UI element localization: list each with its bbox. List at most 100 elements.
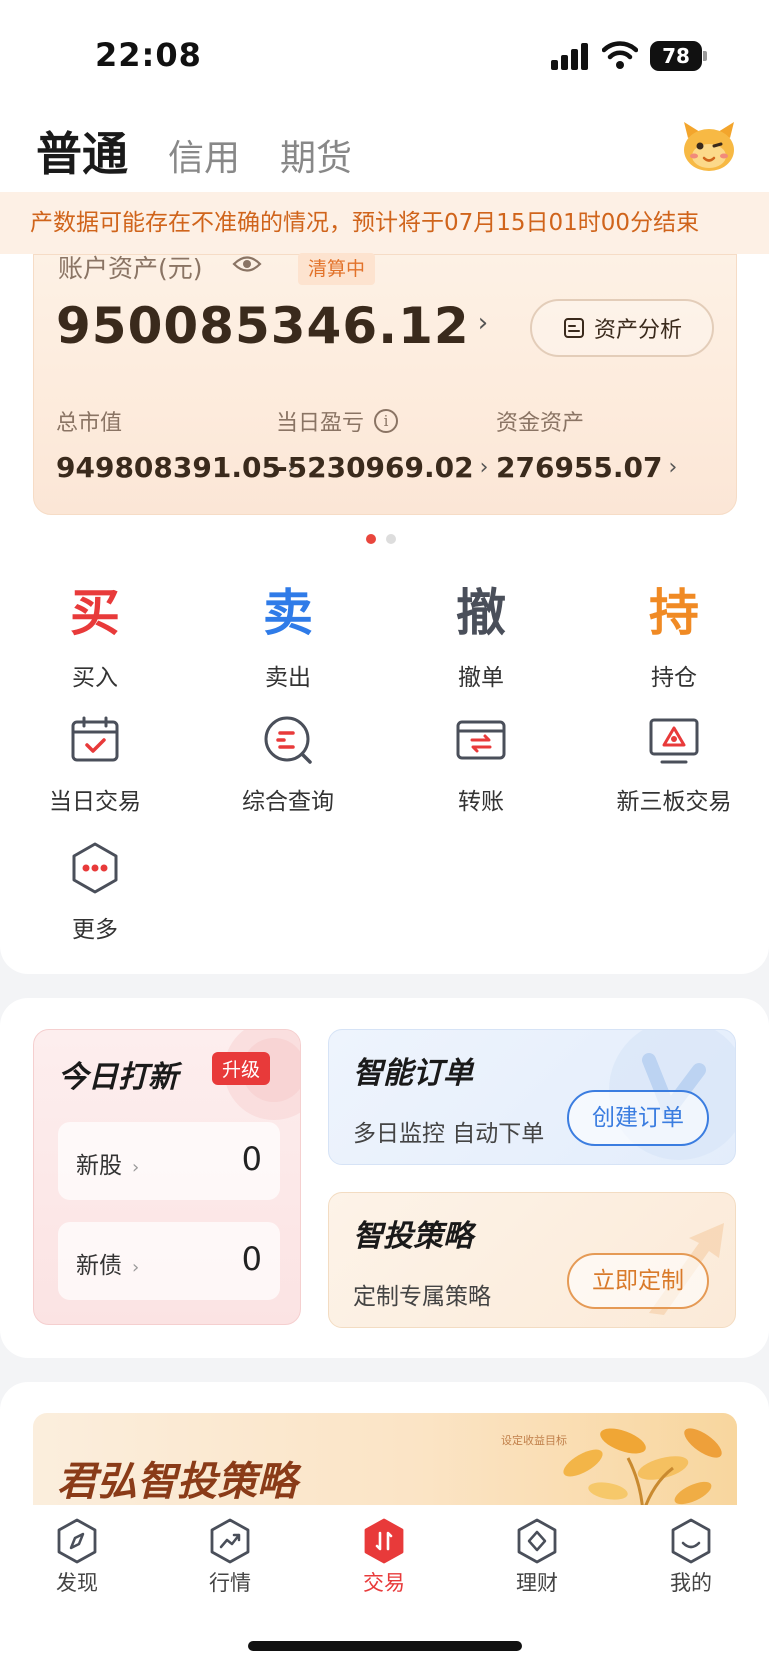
daily-trade-button[interactable]: 当日交易 xyxy=(25,712,165,816)
tab-futures[interactable]: 期货 xyxy=(280,129,352,181)
customize-button[interactable]: 立即定制 xyxy=(567,1253,709,1309)
new-stock-count: 0 xyxy=(241,1140,262,1178)
chevron-right-icon: › xyxy=(132,1157,140,1178)
daily-pnl-value: -5230969.02 xyxy=(276,451,474,484)
new-bond-row[interactable]: 新债 › 0 xyxy=(58,1222,280,1300)
strategy-title: 智投策略 xyxy=(353,1219,473,1254)
tab-credit[interactable]: 信用 xyxy=(168,129,240,181)
pager-dot-active xyxy=(366,534,376,544)
chevron-right-icon: › xyxy=(668,455,678,480)
new-stock-label: 新股 xyxy=(76,1153,122,1179)
mascot-avatar-icon[interactable] xyxy=(680,118,738,174)
cash-block[interactable]: 资金资产 276955.07 › xyxy=(496,405,677,484)
nav-market-label: 行情 xyxy=(209,1571,251,1595)
chevron-right-icon: › xyxy=(479,455,489,480)
ipo-title: 今日打新 xyxy=(58,1060,178,1095)
buy-button[interactable]: 买 买入 xyxy=(25,578,165,692)
trade-icon xyxy=(364,1518,404,1564)
calendar-check-icon xyxy=(71,716,119,762)
cash-value: 276955.07 xyxy=(496,451,663,484)
battery-tip xyxy=(703,51,707,61)
trend-icon xyxy=(210,1518,250,1564)
market-value-label: 总市值 xyxy=(56,411,123,436)
query-label: 综合查询 xyxy=(242,789,334,815)
sell-glyph: 卖 xyxy=(263,584,313,642)
tab-normal[interactable]: 普通 xyxy=(36,118,128,184)
daily-pnl-block[interactable]: 当日盈亏 i -5230969.02 › xyxy=(276,405,488,484)
battery-indicator: 78 xyxy=(650,41,702,71)
daily-trade-label: 当日交易 xyxy=(49,789,141,815)
asset-card[interactable]: 账户资产(元) 清算中 950085346.12 › 资产分析 总市值 94980… xyxy=(33,253,737,515)
monitor-chart-icon xyxy=(649,718,699,764)
nav-wealth[interactable]: 理财 xyxy=(482,1517,592,1597)
nav-wealth-label: 理财 xyxy=(516,1571,558,1595)
neeq-trade-label: 新三板交易 xyxy=(616,789,732,815)
smart-order-subtitle: 多日监控 自动下单 xyxy=(353,1121,545,1147)
asset-analysis-label: 资产分析 xyxy=(593,318,682,343)
search-query-icon xyxy=(264,716,312,764)
strategy-subtitle: 定制专属策略 xyxy=(353,1284,491,1310)
golden-tree-icon xyxy=(563,1428,722,1513)
more-hexagon-icon xyxy=(72,842,118,894)
pager-dot xyxy=(386,534,396,544)
asset-label: 账户资产(元) xyxy=(58,254,203,283)
market-value: 949808391.05 xyxy=(56,451,281,484)
analysis-icon xyxy=(563,318,584,338)
nav-profile[interactable]: 我的 xyxy=(636,1517,746,1597)
strategy-banner[interactable]: 君弘智投策略 设定收益目标 xyxy=(33,1413,737,1513)
home-indicator[interactable] xyxy=(248,1641,522,1651)
hold-glyph: 持 xyxy=(649,584,699,642)
wifi-icon xyxy=(602,41,638,69)
nav-trade-label: 交易 xyxy=(363,1571,405,1595)
nav-market[interactable]: 行情 xyxy=(175,1517,285,1597)
query-button[interactable]: 综合查询 xyxy=(218,712,358,816)
compass-icon xyxy=(57,1518,97,1564)
pager-dots xyxy=(366,534,396,544)
chevron-right-icon: › xyxy=(132,1257,140,1278)
settlement-badge: 清算中 xyxy=(298,253,376,285)
new-bond-label: 新债 xyxy=(76,1253,122,1279)
chevron-right-icon: › xyxy=(477,308,490,338)
info-icon[interactable]: i xyxy=(374,409,399,433)
total-assets[interactable]: 950085346.12 › xyxy=(56,297,489,355)
upgrade-badge[interactable]: 升级 xyxy=(212,1052,271,1085)
profile-icon xyxy=(671,1518,711,1564)
nav-profile-label: 我的 xyxy=(670,1571,712,1595)
banner-title: 君弘智投策略 xyxy=(57,1459,297,1505)
smart-order-card[interactable]: 智能订单 多日监控 自动下单 创建订单 xyxy=(328,1029,736,1165)
buy-glyph: 买 xyxy=(70,584,120,642)
cancel-glyph: 撤 xyxy=(456,584,506,642)
market-value-block[interactable]: 总市值 949808391.05 › xyxy=(56,405,296,484)
status-time: 22:08 xyxy=(95,36,202,74)
sell-label: 卖出 xyxy=(265,665,311,691)
cancel-label: 撤单 xyxy=(458,665,504,691)
cancel-order-button[interactable]: 撤 撤单 xyxy=(411,578,551,692)
asset-analysis-button[interactable]: 资产分析 xyxy=(530,299,714,357)
hold-label: 持仓 xyxy=(651,665,697,691)
transfer-icon xyxy=(456,720,506,760)
wealth-icon xyxy=(517,1518,557,1564)
cash-label: 资金资产 xyxy=(496,411,585,436)
nav-trade[interactable]: 交易 xyxy=(329,1517,439,1597)
neeq-trade-button[interactable]: 新三板交易 xyxy=(604,712,744,816)
more-label: 更多 xyxy=(72,917,118,943)
create-order-button[interactable]: 创建订单 xyxy=(567,1090,709,1146)
more-button[interactable]: 更多 xyxy=(25,840,165,944)
account-type-tabs: 普通 信用 期货 xyxy=(36,118,392,184)
total-assets-value: 950085346.12 xyxy=(56,297,470,355)
sell-button[interactable]: 卖 卖出 xyxy=(218,578,358,692)
banner-note: 设定收益目标 xyxy=(501,1434,567,1447)
nav-discover-label: 发现 xyxy=(56,1571,98,1595)
nav-discover[interactable]: 发现 xyxy=(22,1517,132,1597)
strategy-card[interactable]: 智投策略 定制专属策略 立即定制 xyxy=(328,1192,736,1328)
ipo-card[interactable]: 今日打新 升级 新股 › 0 新债 › 0 xyxy=(33,1029,301,1325)
transfer-button[interactable]: 转账 xyxy=(411,712,551,816)
eye-icon[interactable] xyxy=(232,253,262,275)
buy-label: 买入 xyxy=(72,665,118,691)
cellular-signal-icon xyxy=(551,42,591,70)
holdings-button[interactable]: 持 持仓 xyxy=(604,578,744,692)
new-bond-count: 0 xyxy=(241,1240,262,1278)
notice-marquee[interactable]: 产数据可能存在不准确的情况，预计将于07月15日01时00分结束 xyxy=(0,192,769,254)
daily-pnl-label: 当日盈亏 xyxy=(276,411,365,436)
new-stock-row[interactable]: 新股 › 0 xyxy=(58,1122,280,1200)
